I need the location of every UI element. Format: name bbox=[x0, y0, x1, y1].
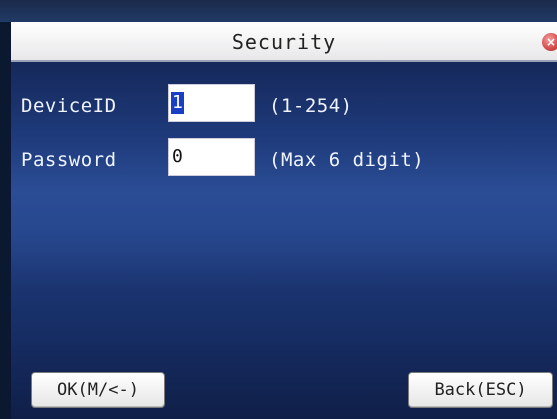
device-id-label: DeviceID bbox=[21, 95, 117, 117]
password-hint: (Max 6 digit) bbox=[269, 149, 425, 171]
title-bar: Security × bbox=[11, 22, 557, 62]
button-bar: OK(M/<-) Back(ESC) bbox=[11, 354, 557, 419]
ok-button[interactable]: OK(M/<-) bbox=[31, 372, 165, 408]
close-icon[interactable]: × bbox=[542, 33, 557, 51]
device-id-value: 1 bbox=[171, 92, 184, 114]
security-form: DeviceID 1 (1-254) Password 0 (Max 6 dig… bbox=[11, 62, 557, 354]
device-id-hint: (1-254) bbox=[269, 95, 353, 117]
password-label: Password bbox=[21, 149, 117, 171]
password-value: 0 bbox=[172, 146, 183, 167]
device-id-field[interactable]: 1 bbox=[168, 84, 255, 122]
password-field[interactable]: 0 bbox=[168, 138, 255, 176]
back-button[interactable]: Back(ESC) bbox=[408, 372, 553, 408]
top-strip bbox=[0, 0, 557, 22]
window-title: Security bbox=[231, 30, 337, 54]
